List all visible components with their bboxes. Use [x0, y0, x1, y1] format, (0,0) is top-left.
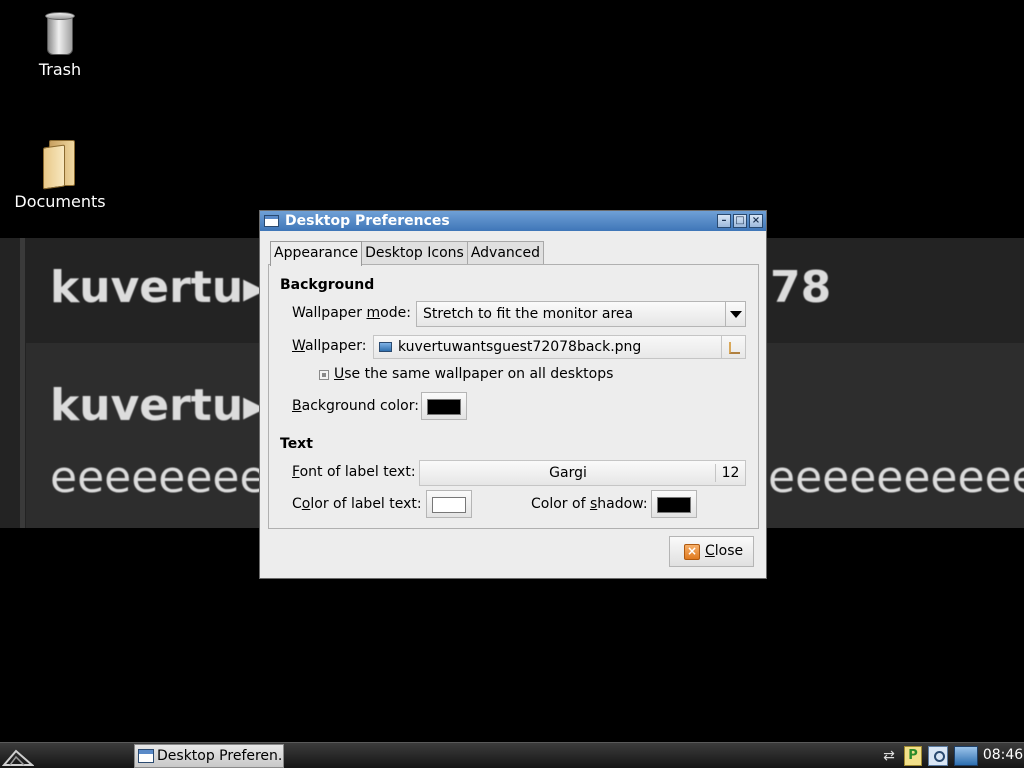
clock[interactable]: 08:46 — [982, 743, 1024, 768]
dialog-title: Desktop Preferences — [285, 213, 450, 229]
minimize-button[interactable]: – — [717, 214, 731, 228]
tab-advanced[interactable]: Advanced — [466, 241, 544, 265]
wallpaper-bar — [20, 238, 25, 528]
desktop-icon-documents[interactable]: Documents — [10, 140, 110, 211]
search-icon[interactable] — [928, 746, 948, 766]
label-color-button[interactable] — [426, 490, 472, 518]
network-icon[interactable]: ⇄ — [878, 746, 900, 766]
font-label: Font of label text: — [292, 464, 416, 480]
same-wallpaper-checkbox[interactable] — [319, 370, 329, 380]
background-color-label: Background color: — [292, 398, 419, 414]
close-window-button[interactable]: × — [749, 214, 763, 228]
desktop-icon-trash[interactable]: Trash — [10, 12, 110, 79]
wallpaper-text: eeeeeeee — [50, 452, 267, 503]
desktop-icon-label: Trash — [38, 60, 82, 79]
wallpaper-file-chooser[interactable]: kuvertuwantsguest72078back.png — [373, 335, 746, 359]
shadow-color-swatch — [657, 497, 691, 513]
taskbar: Desktop Preferen... ⇄ P 08:46 — [0, 742, 1024, 768]
show-desktop-icon[interactable] — [954, 746, 978, 766]
desktop-preferences-dialog: Desktop Preferences – □ × Appearance Des… — [259, 210, 767, 579]
wallpaper-label: Wallpaper: — [292, 338, 367, 354]
section-heading-text: Text — [280, 436, 313, 452]
font-name: Gargi — [549, 465, 587, 481]
tab-bar: Appearance Desktop Icons Advanced — [270, 241, 544, 266]
dialog-titlebar[interactable]: Desktop Preferences – □ × — [260, 211, 766, 231]
wallpaper-text: kuvertu▸ — [50, 262, 266, 313]
folder-icon — [43, 140, 77, 190]
taskbar-item-desktop-preferences[interactable]: Desktop Preferen... — [134, 744, 284, 768]
label-color-label: Color of label text: — [292, 496, 422, 512]
wallpaper-text: 78 — [770, 262, 832, 313]
start-menu-button[interactable] — [1, 745, 35, 767]
section-heading-background: Background — [280, 277, 375, 293]
shadow-color-button[interactable] — [651, 490, 697, 518]
wallpaper-mode-select[interactable]: Stretch to fit the monitor area — [416, 301, 746, 327]
close-button[interactable]: × Close — [669, 536, 754, 567]
desktop-icon-label: Documents — [14, 192, 106, 211]
font-size: 12 — [715, 464, 745, 482]
window-icon — [264, 215, 279, 227]
window-icon — [138, 749, 154, 763]
wallpaper-text: eeeeeeeeeee — [768, 452, 1024, 503]
font-chooser-button[interactable]: Gargi 12 — [419, 460, 746, 486]
background-color-swatch — [427, 399, 461, 415]
trash-icon — [45, 12, 75, 56]
chevron-down-icon — [725, 302, 745, 326]
label-color-swatch — [432, 497, 466, 513]
close-icon: × — [684, 544, 700, 560]
tab-appearance[interactable]: Appearance — [270, 241, 363, 266]
appearance-panel: Background Wallpaper mode: Stretch to fi… — [268, 264, 759, 529]
background-color-button[interactable] — [421, 392, 467, 420]
tab-desktop-icons[interactable]: Desktop Icons — [361, 241, 468, 265]
same-wallpaper-label[interactable]: Use the same wallpaper on all desktops — [334, 366, 613, 382]
shadow-color-label: Color of shadow: — [531, 496, 648, 512]
maximize-button[interactable]: □ — [733, 214, 747, 228]
tray-p-icon[interactable]: P — [904, 746, 922, 766]
wallpaper-text: kuvertu▸ — [50, 380, 266, 431]
open-file-icon[interactable] — [721, 336, 745, 358]
wallpaper-mode-label: Wallpaper mode: — [292, 305, 411, 321]
image-file-icon — [379, 342, 392, 352]
